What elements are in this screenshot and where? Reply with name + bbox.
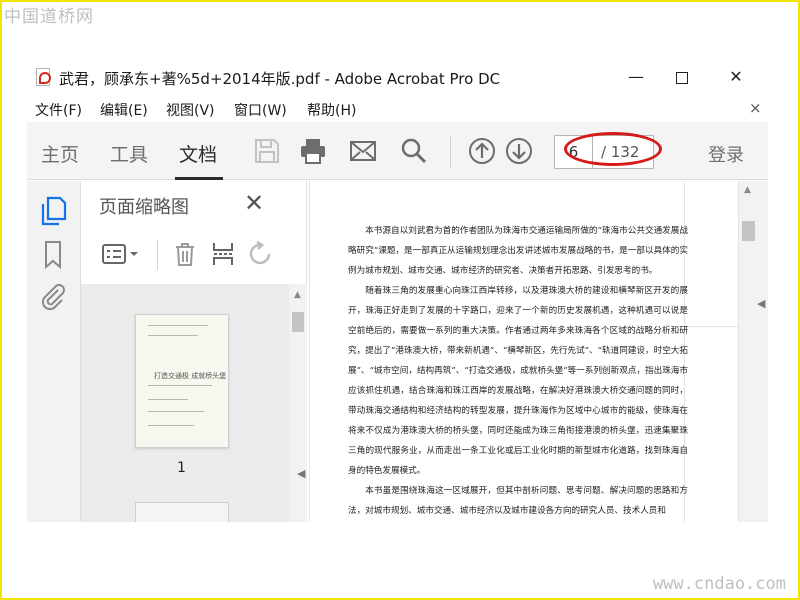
document-page: 本书源自以刘武君为首的作者团队为珠海市交通运输局所做的“珠海市公共交通发展战略研… — [309, 181, 739, 522]
tab-document[interactable]: 文档 — [179, 140, 217, 167]
thumbnail-text-line — [148, 335, 198, 336]
bookmark-icon[interactable] — [38, 239, 68, 271]
page-thumbnail[interactable] — [135, 502, 229, 522]
maximize-button[interactable] — [659, 62, 705, 92]
thumbnail-list[interactable]: 打造交通极 成就桥头堡 1 ▲ — [81, 284, 307, 522]
page-thumbnails-icon[interactable] — [38, 195, 68, 227]
scrollbar-thumb[interactable] — [292, 312, 304, 332]
print-icon[interactable] — [298, 136, 328, 166]
thumbnail-text-line — [148, 385, 212, 386]
delete-page-icon[interactable] — [171, 240, 199, 268]
thumbnail-text-line — [148, 325, 208, 326]
panel-toolbar — [97, 236, 297, 274]
thumbnail-text-line — [148, 399, 188, 400]
thumbnail-scrollbar[interactable]: ▲ — [289, 284, 307, 522]
window-title: 武君，顾承东+著%5d+2014年版.pdf - Adobe Acrobat P… — [59, 70, 501, 88]
thumbnail-page-number: 1 — [177, 460, 186, 476]
page-thumbnail[interactable]: 打造交通极 成就桥头堡 — [135, 314, 229, 448]
highlight-ellipse — [564, 132, 662, 166]
insert-page-icon[interactable] — [209, 240, 237, 268]
login-button[interactable]: 登录 — [708, 141, 744, 167]
scroll-up-icon[interactable]: ▲ — [294, 290, 301, 300]
menu-file[interactable]: 文件(F) — [35, 100, 82, 120]
toolbar-separator — [450, 136, 451, 168]
paragraph: 本书虽是围绕珠海这一区域展开，但其中剖析问题、思考问题、解决问题的思路和方法，对… — [348, 486, 688, 516]
menu-window[interactable]: 窗口(W) — [234, 100, 287, 120]
thumbnail-cover-title: 打造交通极 成就桥头堡 — [154, 372, 227, 380]
thumbnail-text-line — [148, 425, 194, 426]
active-tab-indicator — [175, 177, 223, 180]
page-guideline — [684, 326, 738, 327]
page-text: 本书源自以刘武君为首的作者团队为珠海市交通运输局所做的“珠海市公共交通发展战略研… — [348, 221, 688, 521]
document-view: 本书源自以刘武君为首的作者团队为珠海市交通运输局所做的“珠海市公共交通发展战略研… — [309, 181, 768, 522]
close-window-button[interactable]: ✕ — [713, 62, 759, 92]
page-up-icon[interactable] — [467, 136, 497, 166]
menu-bar: 文件(F) 编辑(E) 视图(V) 窗口(W) 帮助(H) × — [27, 96, 768, 122]
pdf-file-icon — [36, 68, 51, 86]
tab-tools[interactable]: 工具 — [110, 140, 148, 167]
page-down-icon[interactable] — [504, 136, 534, 166]
paragraph: 随着珠三角的发展重心向珠江西岸转移，以及港珠澳大桥的建设和横琴新区开发的展开，珠… — [348, 286, 688, 476]
menu-help[interactable]: 帮助(H) — [307, 100, 356, 120]
minimize-button[interactable]: — — [613, 62, 659, 92]
title-bar: 武君，顾承东+著%5d+2014年版.pdf - Adobe Acrobat P… — [27, 62, 768, 94]
scroll-up-icon[interactable]: ▲ — [744, 185, 751, 195]
email-icon[interactable] — [348, 136, 378, 166]
collapse-panel-icon[interactable]: ◀ — [297, 467, 305, 480]
thumbnail-options-icon[interactable] — [101, 240, 141, 268]
scrollbar-thumb[interactable] — [742, 221, 755, 241]
save-icon[interactable] — [252, 136, 282, 166]
menu-edit[interactable]: 编辑(E) — [100, 100, 148, 120]
panel-title: 页面缩略图 — [99, 197, 189, 218]
thumbnail-panel: 页面缩略图 ✕ 打造交通极 成就桥头堡 1 ▲ ◀ — [81, 181, 307, 522]
watermark-logo: 中国道桥网 — [4, 7, 94, 27]
search-icon[interactable] — [398, 136, 428, 166]
close-document-button[interactable]: × — [749, 99, 762, 117]
tab-home[interactable]: 主页 — [41, 140, 79, 167]
rotate-page-icon[interactable] — [245, 240, 273, 268]
watermark-url: www.cndao.com — [652, 574, 786, 594]
expand-right-panel-icon[interactable]: ◀ — [757, 297, 765, 310]
document-scrollbar[interactable]: ▲ — [739, 181, 757, 522]
menu-view[interactable]: 视图(V) — [166, 100, 215, 120]
acrobat-window: 武君，顾承东+著%5d+2014年版.pdf - Adobe Acrobat P… — [27, 62, 768, 522]
navigation-rail — [27, 181, 81, 522]
thumbnail-text-line — [148, 411, 204, 412]
main-toolbar: 主页 工具 文档 6 / 132 登录 — [27, 122, 768, 180]
panel-toolbar-separator — [157, 240, 158, 270]
close-panel-button[interactable]: ✕ — [244, 191, 264, 215]
maximize-icon — [676, 71, 688, 84]
paragraph: 本书源自以刘武君为首的作者团队为珠海市交通运输局所做的“珠海市公共交通发展战略研… — [348, 226, 688, 276]
attachment-icon[interactable] — [38, 281, 68, 313]
